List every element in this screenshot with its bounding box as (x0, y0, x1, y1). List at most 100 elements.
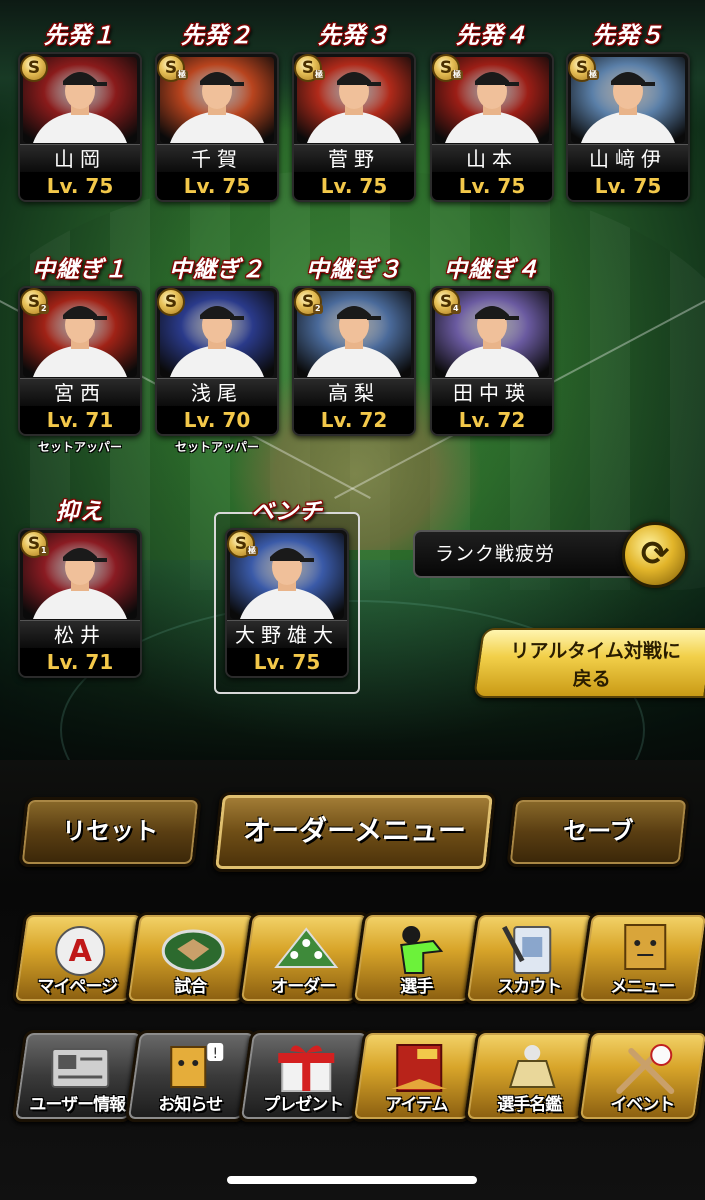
rank-sub-badge: 2 (39, 304, 49, 314)
rank-s-badge-icon: S1 (20, 530, 49, 558)
slot-position-label: 中継ぎ２ (169, 257, 265, 283)
player-level: Lv. 75 (294, 172, 414, 200)
pitcher-slot-starter-1[interactable]: 先発１ S 山岡 Lv. 75 (18, 20, 142, 202)
rank-s-badge-icon: S極 (227, 530, 258, 558)
nav-label: アイテム (385, 1095, 448, 1115)
pitcher-slot-bench[interactable]: ベンチ S 極大野雄大 Lv. 75 (225, 496, 349, 678)
player-level: Lv. 71 (20, 648, 140, 676)
nav-label: 試合 (174, 977, 207, 997)
scout-icon (496, 921, 568, 977)
nav-button-player[interactable]: 選手 (350, 912, 484, 1004)
pitcher-slot-starter-3[interactable]: 先発３ S 極菅野 Lv. 75 (292, 20, 416, 202)
refresh-icon: ⟳ (640, 534, 670, 574)
menu-box-icon (609, 921, 681, 977)
rank-s-badge-icon: S極 (294, 54, 325, 82)
slot-position-label: 中継ぎ１ (32, 257, 128, 283)
pitcher-slot-reliever-4[interactable]: 中継ぎ４ S 4 田中瑛 Lv. 72 (430, 254, 554, 436)
nav-button-scout[interactable]: スカウト (463, 912, 597, 1004)
pitcher-slot-starter-4[interactable]: 先発４ S 極山本 Lv. 75 (430, 20, 554, 202)
player-card[interactable]: S 浅尾 Lv. 70 (155, 286, 279, 436)
pitcher-slot-reliever-2[interactable]: 中継ぎ２ S 浅尾 Lv. 70 セットアッパー (155, 254, 279, 455)
slot-position-label: 先発１ (44, 23, 116, 49)
nav-label: 選手名鑑 (497, 1095, 562, 1115)
realtime-return-label-1: リアルタイム対戦に (510, 640, 681, 662)
player-book-icon (496, 1039, 568, 1095)
nav-button-item-book[interactable]: アイテム (350, 1030, 484, 1122)
player-role-label: セットアッパー (174, 440, 259, 454)
nav-button-stadium[interactable]: 試合 (124, 912, 258, 1004)
rank-s-badge-icon: S2 (294, 288, 323, 316)
player-card[interactable]: S 極千賀 Lv. 75 (155, 52, 279, 202)
player-role-label: セットアッパー (37, 440, 122, 454)
slot-position-label: 抑え (56, 499, 104, 525)
user-card-icon (44, 1039, 116, 1095)
rank-sub-badge: 極 (451, 70, 463, 80)
pitcher-slot-reliever-1[interactable]: 中継ぎ１ S 2 宮西 Lv. 71 セットアッパー (18, 254, 142, 455)
player-card[interactable]: S 極山﨑伊 Lv. 75 (566, 52, 690, 202)
nav-button-user-card[interactable]: ユーザー情報 (11, 1030, 145, 1122)
pitcher-slot-reliever-3[interactable]: 中継ぎ３ S 2 高梨 Lv. 72 (292, 254, 416, 436)
rank-s-badge-icon: S (157, 288, 185, 316)
slot-position-label: 先発３ (318, 23, 390, 49)
rank-fatigue-label: ランク戦疲労 (413, 530, 645, 578)
nav-label: マイページ (37, 977, 118, 997)
nav-button-menu-box[interactable]: メニュー (576, 912, 705, 1004)
player-card[interactable]: S 2 高梨 Lv. 72 (292, 286, 416, 436)
slot-position-label: 中継ぎ３ (306, 257, 402, 283)
nav-label: ユーザー情報 (29, 1095, 126, 1115)
player-name: 大野雄大 (227, 620, 347, 648)
player-level: Lv. 75 (157, 172, 277, 200)
nav-button-gift[interactable]: プレゼント (237, 1030, 371, 1122)
reset-label: リセット (62, 817, 159, 845)
slot-position-label: 先発２ (181, 23, 253, 49)
order-menu-button[interactable]: オーダーメニュー (211, 792, 497, 872)
player-name: 松井 (20, 620, 140, 648)
item-book-icon (383, 1039, 455, 1095)
pitcher-slot-starter-5[interactable]: 先発５ S 極山﨑伊 Lv. 75 (566, 20, 690, 202)
rank-sub-badge: 極 (176, 70, 188, 80)
rank-sub-badge: 極 (313, 70, 325, 80)
player-name: 浅尾 (157, 378, 277, 406)
player-card[interactable]: S 4 田中瑛 Lv. 72 (430, 286, 554, 436)
nav-label: イベント (610, 1095, 675, 1115)
player-card[interactable]: S 極大野雄大 Lv. 75 (225, 528, 349, 678)
player-name: 山本 (432, 144, 552, 172)
nav-label: オーダー (271, 977, 336, 997)
player-level: Lv. 72 (294, 406, 414, 434)
svg-text:A: A (69, 934, 93, 969)
player-name: 田中瑛 (432, 378, 552, 406)
player-card[interactable]: S 1 松井 Lv. 71 (18, 528, 142, 678)
save-button[interactable]: セーブ (506, 797, 690, 867)
secondary-nav: ユーザー情報! お知らせ プレゼント アイテム 選手名鑑 イベント (10, 1030, 705, 1122)
rank-sub-badge: 4 (451, 304, 461, 314)
order-menu-label: オーダーメニュー (242, 814, 466, 847)
rank-sub-badge: 1 (39, 546, 49, 556)
reset-button[interactable]: リセット (18, 797, 202, 867)
nav-button-player-book[interactable]: 選手名鑑 (463, 1030, 597, 1122)
gift-icon (270, 1039, 342, 1095)
nav-label: 選手 (400, 977, 433, 997)
save-label: セーブ (562, 817, 634, 845)
slot-position-label: 中継ぎ４ (444, 257, 540, 283)
player-card[interactable]: S 山岡 Lv. 75 (18, 52, 142, 202)
nav-button-mypage[interactable]: A マイページ (11, 912, 145, 1004)
player-icon (383, 921, 455, 977)
nav-button-order-field[interactable]: オーダー (237, 912, 371, 1004)
fatigue-recover-button[interactable]: ⟳ (622, 522, 688, 588)
rank-s-badge-icon: S極 (157, 54, 188, 82)
home-indicator (227, 1176, 477, 1184)
player-card[interactable]: S 2 宮西 Lv. 71 (18, 286, 142, 436)
pitcher-slot-closer[interactable]: 抑え S 1 松井 Lv. 71 (18, 496, 142, 678)
player-card[interactable]: S 極菅野 Lv. 75 (292, 52, 416, 202)
player-card[interactable]: S 極山本 Lv. 75 (430, 52, 554, 202)
slot-position-label: 先発５ (592, 23, 664, 49)
realtime-battle-return-button[interactable]: リアルタイム対戦に 戻る (473, 628, 705, 698)
nav-label: メニュー (610, 977, 675, 997)
nav-button-notice[interactable]: ! お知らせ (124, 1030, 258, 1122)
nav-button-event-bat[interactable]: イベント (576, 1030, 705, 1122)
player-name: 山﨑伊 (568, 144, 688, 172)
player-name: 高梨 (294, 378, 414, 406)
player-name: 千賀 (157, 144, 277, 172)
svg-text:!: ! (212, 1046, 218, 1062)
pitcher-slot-starter-2[interactable]: 先発２ S 極千賀 Lv. 75 (155, 20, 279, 202)
